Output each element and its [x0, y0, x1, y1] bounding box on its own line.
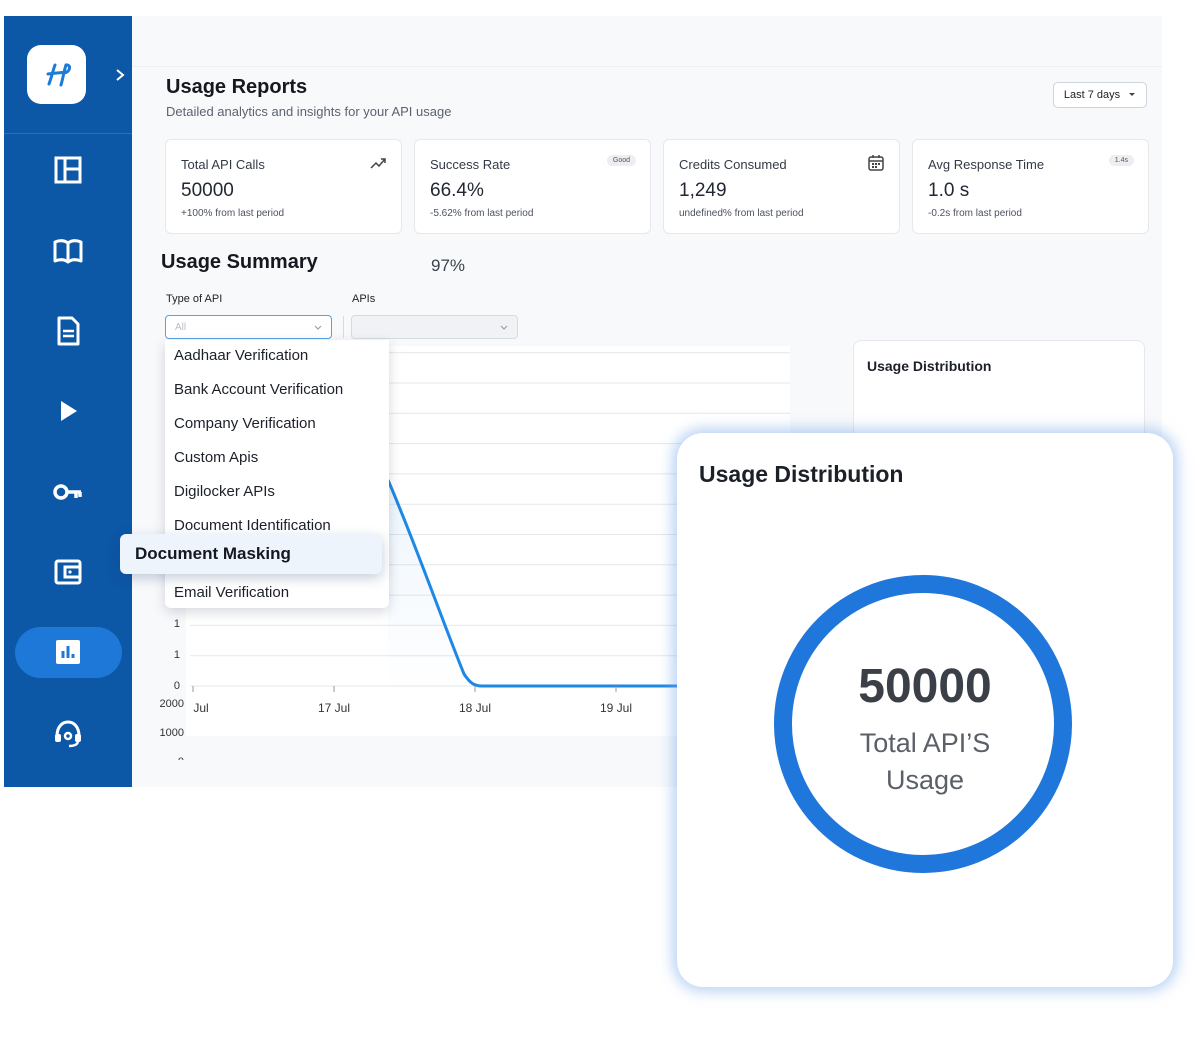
stat-value: 66.4%: [430, 180, 484, 201]
x-tick-label: 19 Jul: [600, 701, 632, 715]
response-badge: 1.4s: [1108, 155, 1134, 166]
stat-label: Total API Calls: [181, 157, 265, 172]
nav-support[interactable]: [4, 708, 132, 758]
total-usage-value: 50000: [858, 660, 992, 713]
nav-dashboard[interactable]: [4, 145, 132, 195]
dropdown-option[interactable]: Email Verification: [174, 584, 289, 601]
app-logo[interactable]: [27, 45, 86, 104]
stat-card-avg-response-time: Avg Response Time 1.0 s -0.2s from last …: [912, 139, 1149, 234]
sidebar-divider: [4, 133, 132, 134]
usage-distribution-highlight-card: Usage Distribution 50000 Total API’S Usa…: [677, 433, 1173, 987]
date-range-value: Last 7 days: [1063, 89, 1121, 101]
usage-distribution-heading: Usage Distribution: [699, 461, 904, 487]
dropdown-option[interactable]: Aadhaar Verification: [174, 347, 308, 364]
x-axis: Jul 17 Jul 18 Jul 19 Jul: [192, 686, 632, 715]
stat-label: Credits Consumed: [679, 157, 787, 172]
date-range-select[interactable]: Last 7 days: [1053, 82, 1147, 108]
stat-note: -0.2s from last period: [928, 208, 1022, 219]
bar-chart-icon: [56, 640, 80, 664]
status-badge: Good: [606, 155, 636, 166]
y-tick-label: 0: [174, 680, 180, 692]
y-tick-label: 1: [174, 618, 180, 630]
y-tick-label: 1: [174, 649, 180, 661]
wallet-icon: [54, 559, 82, 585]
stat-card-credits-consumed: Credits Consumed 1,249 undefined% from l…: [663, 139, 900, 234]
total-usage-caption: Total API’S Usage: [859, 728, 991, 795]
dropdown-option[interactable]: Company Verification: [174, 415, 316, 432]
y-tick-label-secondary: 2000: [160, 698, 184, 710]
apis-label: APIs: [352, 293, 376, 305]
stat-value: 1,249: [679, 180, 727, 201]
stat-note: -5.62% from last period: [430, 208, 534, 219]
series-area: [388, 480, 682, 690]
stat-card-success-rate: Success Rate 66.4% -5.62% from last peri…: [414, 139, 651, 234]
x-tick-label: 17 Jul: [318, 701, 350, 715]
support-icon: [55, 720, 81, 748]
y-tick-label-secondary: 1000: [160, 727, 184, 739]
donut-ring: [774, 575, 1072, 873]
play-icon: [61, 401, 77, 421]
stat-note: undefined% from last period: [679, 208, 804, 219]
y-axis: 1 1 0 2000 1000 0: [160, 618, 184, 760]
nav-wallet[interactable]: [4, 547, 132, 597]
expand-chevron-icon[interactable]: [112, 66, 128, 84]
y-tick-label-secondary: 0: [178, 756, 184, 760]
sidebar: [4, 16, 132, 787]
type-of-api-label: Type of API: [166, 293, 223, 305]
nav-usage-reports[interactable]: [4, 627, 132, 677]
dropdown-option[interactable]: Bank Account Verification: [174, 381, 343, 398]
x-tick-label: Jul: [193, 701, 208, 715]
book-icon: [53, 239, 83, 264]
stat-note: +100% from last period: [181, 208, 285, 219]
dropdown-option[interactable]: Document Identification: [174, 517, 331, 534]
stat-value: 1.0 s: [928, 180, 970, 201]
logo-icon: [46, 62, 71, 86]
dropdown-option[interactable]: Digilocker APIs: [174, 483, 275, 500]
caret-down-icon: [1129, 93, 1136, 96]
stat-card-total-api-calls: Total API Calls 50000 +100% from last pe…: [165, 139, 402, 234]
usage-distribution-title: Usage Distribution: [867, 358, 992, 374]
dropdown-option[interactable]: Custom Apis: [174, 449, 258, 466]
document-icon: [57, 316, 80, 346]
calendar-icon: [868, 155, 884, 171]
usage-summary-title: Usage Summary: [161, 251, 318, 273]
dashboard-icon: [54, 156, 82, 184]
page-title: Usage Reports: [166, 76, 308, 98]
nav-api-keys[interactable]: [4, 467, 132, 517]
nav-docs[interactable]: [4, 226, 132, 276]
trend-icon: [370, 158, 386, 169]
dropdown-option-highlighted[interactable]: Document Masking: [120, 534, 382, 574]
x-tick-label: 18 Jul: [459, 701, 491, 715]
stat-label: Success Rate: [430, 157, 511, 172]
page-subtitle: Detailed analytics and insights for your…: [166, 104, 452, 119]
stat-label: Avg Response Time: [928, 157, 1045, 172]
stat-value: 50000: [181, 180, 234, 201]
summary-percent: 97%: [431, 256, 466, 275]
key-icon: [53, 484, 82, 500]
nav-playground[interactable]: [4, 386, 132, 436]
nav-reports[interactable]: [4, 306, 132, 356]
top-bar: [132, 16, 1162, 67]
